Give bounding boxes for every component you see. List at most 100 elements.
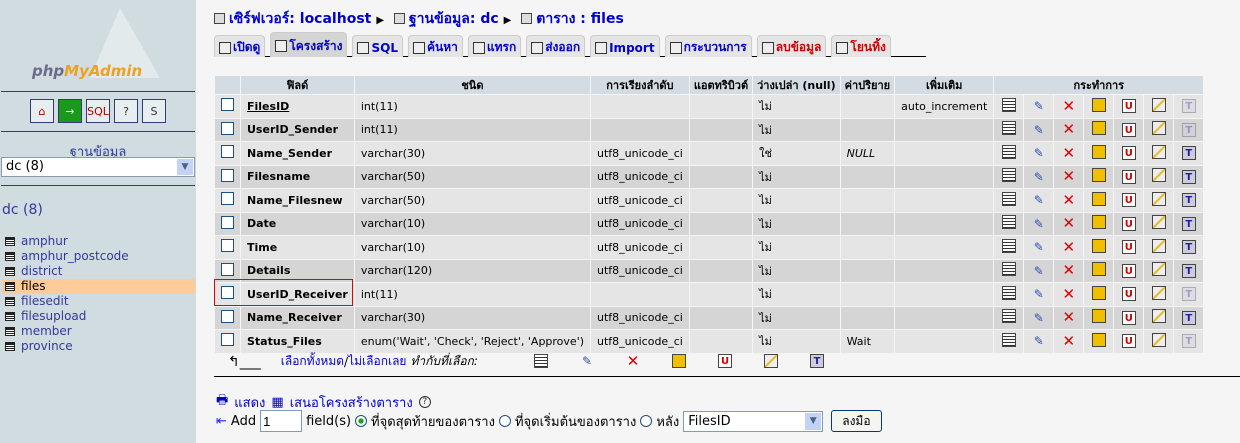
fulltext-icon[interactable]: T: [1181, 216, 1196, 231]
column-header[interactable]: ฟิลด์: [241, 76, 354, 94]
primary-key-icon[interactable]: [672, 354, 686, 368]
sql-docs-icon[interactable]: S: [142, 99, 166, 123]
unique-icon[interactable]: U: [1121, 310, 1136, 325]
browse-distinct-icon[interactable]: [1001, 97, 1016, 112]
fulltext-icon[interactable]: T: [1181, 263, 1196, 278]
row-checkbox[interactable]: [221, 215, 234, 229]
fulltext-icon[interactable]: T: [1181, 310, 1196, 325]
primary-key-icon[interactable]: [1091, 309, 1106, 324]
row-checkbox[interactable]: [221, 239, 234, 253]
help-icon[interactable]: ?: [418, 396, 431, 408]
unique-icon[interactable]: U: [1121, 122, 1136, 137]
at-beginning-radio[interactable]: [498, 415, 511, 427]
edit-icon[interactable]: ✎: [1032, 99, 1046, 113]
database-name-link[interactable]: dc (8): [2, 202, 43, 218]
after-radio[interactable]: [640, 415, 653, 427]
fulltext-icon[interactable]: T: [1181, 169, 1196, 184]
table-icon[interactable]: [5, 267, 15, 276]
edit-icon[interactable]: ✎: [1032, 264, 1046, 278]
browse-distinct-icon[interactable]: [1001, 309, 1016, 324]
row-checkbox[interactable]: [221, 333, 234, 347]
sidebar-table-amphur_postcode[interactable]: amphur_postcode: [2, 249, 195, 264]
uncheck-all-link[interactable]: ไม่เลือกเลย: [348, 352, 406, 371]
browse-distinct-icon[interactable]: [1001, 144, 1016, 159]
index-icon[interactable]: [1151, 309, 1166, 324]
unique-icon[interactable]: U: [718, 354, 732, 368]
primary-key-icon[interactable]: [1091, 215, 1106, 230]
browse-distinct-icon[interactable]: [534, 354, 548, 368]
primary-key-icon[interactable]: [1091, 121, 1106, 136]
unique-icon[interactable]: U: [1121, 169, 1136, 184]
unique-icon[interactable]: U: [1121, 216, 1136, 231]
at-end-radio[interactable]: [355, 415, 368, 427]
table-icon[interactable]: [5, 297, 15, 306]
table-icon[interactable]: [5, 342, 15, 351]
edit-icon[interactable]: ✎: [1032, 217, 1046, 231]
tab-5[interactable]: ส่งออก: [526, 35, 586, 57]
table-icon[interactable]: [5, 237, 15, 246]
index-icon[interactable]: [1151, 191, 1166, 206]
fulltext-icon[interactable]: T: [1181, 334, 1196, 349]
primary-key-icon[interactable]: [1091, 144, 1106, 159]
drop-icon[interactable]: ✕: [1062, 122, 1076, 137]
tab-1[interactable]: โครงสร้าง: [270, 32, 348, 57]
browse-distinct-icon[interactable]: [1001, 262, 1016, 277]
fulltext-icon[interactable]: T: [1181, 99, 1196, 114]
tab-8[interactable]: ลบข้อมูล: [756, 35, 827, 57]
row-checkbox[interactable]: [221, 309, 234, 323]
row-checkbox[interactable]: [221, 145, 234, 159]
table-icon[interactable]: [5, 282, 15, 291]
unique-icon[interactable]: U: [1121, 193, 1136, 208]
browse-distinct-icon[interactable]: [1001, 285, 1016, 300]
breadcrumb-server[interactable]: เซิร์ฟเวอร์: localhost: [229, 11, 371, 27]
column-header[interactable]: แอตทริบิวต์: [689, 76, 753, 94]
field-count-input[interactable]: [260, 410, 303, 432]
table-icon[interactable]: [5, 327, 15, 336]
primary-key-icon[interactable]: [1091, 238, 1106, 253]
fulltext-icon[interactable]: T: [1181, 122, 1196, 137]
phpmyadmin-logo[interactable]: phpMyAdmin: [0, 0, 196, 90]
index-icon[interactable]: [764, 354, 778, 368]
primary-key-icon[interactable]: [1091, 168, 1106, 183]
sidebar-table-amphur[interactable]: amphur: [2, 234, 195, 249]
row-checkbox[interactable]: [221, 168, 234, 182]
index-icon[interactable]: [1151, 97, 1166, 112]
primary-key-icon[interactable]: [1091, 97, 1106, 112]
index-icon[interactable]: [1151, 285, 1166, 300]
browse-distinct-icon[interactable]: [1001, 238, 1016, 253]
primary-key-icon[interactable]: [1091, 285, 1106, 300]
table-icon[interactable]: [5, 252, 15, 261]
edit-icon[interactable]: ✎: [1032, 146, 1046, 160]
index-icon[interactable]: [1151, 168, 1166, 183]
index-icon[interactable]: [1151, 238, 1166, 253]
fulltext-icon[interactable]: T: [1181, 240, 1196, 255]
index-icon[interactable]: [1151, 215, 1166, 230]
edit-icon[interactable]: ✎: [1032, 193, 1046, 207]
browse-distinct-icon[interactable]: [1001, 215, 1016, 230]
column-header[interactable]: เพิ่มเติม: [895, 76, 994, 94]
edit-icon[interactable]: ✎: [1032, 334, 1046, 348]
edit-icon[interactable]: ✎: [1032, 123, 1046, 137]
tab-0[interactable]: เปิดดู: [214, 35, 266, 57]
drop-icon[interactable]: ✕: [1062, 98, 1076, 113]
column-header[interactable]: ว่างเปล่า (null): [753, 76, 840, 94]
sidebar-table-filesupload[interactable]: filesupload: [2, 309, 195, 324]
breadcrumb-database[interactable]: ฐานข้อมูล: dc: [409, 11, 499, 27]
column-header[interactable]: ชนิด: [354, 76, 591, 94]
breadcrumb-table[interactable]: ตาราง : files: [536, 11, 624, 27]
sidebar-table-member[interactable]: member: [2, 324, 195, 339]
after-field-select[interactable]: FilesID ▼: [683, 410, 824, 432]
database-select[interactable]: dc (8) ▼: [1, 157, 195, 177]
sidebar-table-province[interactable]: province: [2, 339, 195, 354]
unique-icon[interactable]: U: [1121, 99, 1136, 114]
fulltext-icon[interactable]: T: [1181, 193, 1196, 208]
browse-distinct-icon[interactable]: [1001, 191, 1016, 206]
index-icon[interactable]: [1151, 121, 1166, 136]
tab-7[interactable]: กระบวนการ: [664, 35, 752, 57]
browse-distinct-icon[interactable]: [1001, 121, 1016, 136]
tab-2[interactable]: SQL: [352, 35, 403, 57]
column-header[interactable]: ค่าปริยาย: [840, 76, 895, 94]
index-icon[interactable]: [1151, 332, 1166, 347]
drop-icon[interactable]: ✕: [1062, 263, 1076, 278]
primary-key-icon[interactable]: [1091, 332, 1106, 347]
